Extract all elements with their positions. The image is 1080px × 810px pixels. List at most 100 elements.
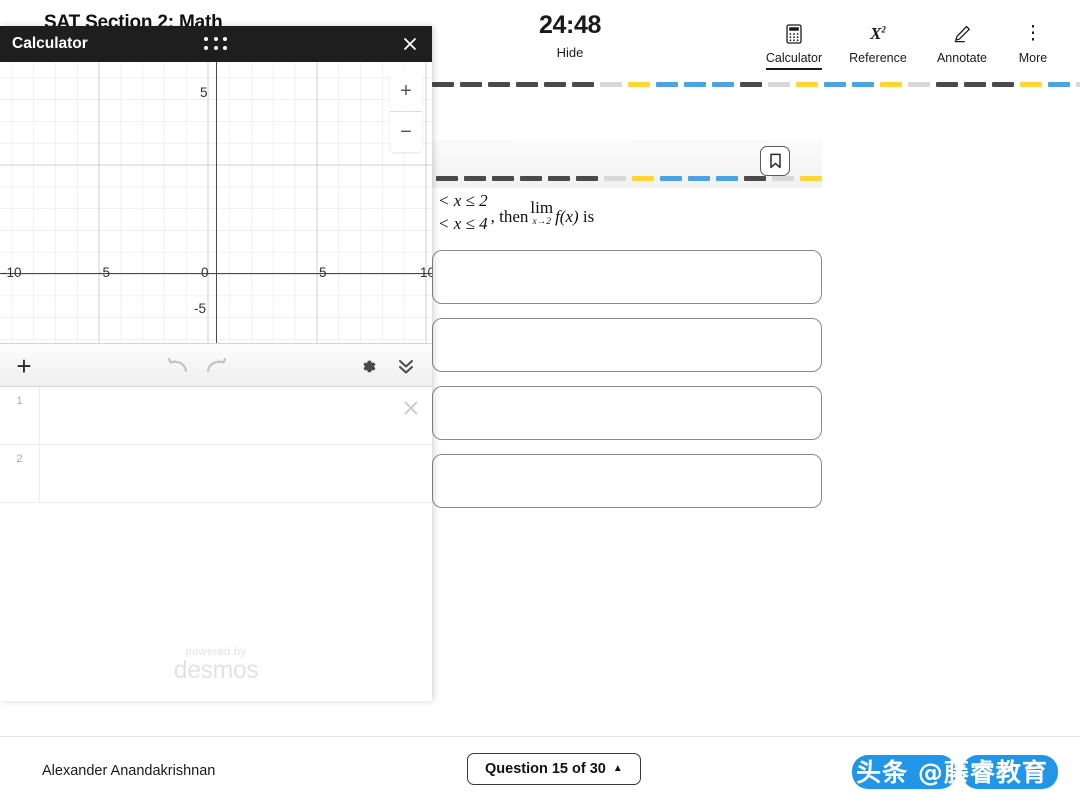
caret-up-icon: ▲ (613, 764, 623, 774)
close-icon[interactable] (400, 34, 420, 54)
dash-segment (740, 82, 762, 87)
y-tick-5: 5 (200, 85, 208, 100)
answer-choice-b[interactable] (432, 318, 822, 372)
tab-calculator[interactable]: Calculator (752, 22, 836, 76)
y-axis (216, 62, 217, 343)
chevron-double-down-icon[interactable] (390, 344, 422, 388)
dash-segment (464, 176, 486, 181)
dash-segment (744, 176, 766, 181)
dash-segment (852, 82, 874, 87)
question-nav-button[interactable]: Question 15 of 30 ▲ (467, 753, 641, 785)
watermark-text: 头条 @藤睿教育 (836, 747, 1068, 795)
calculator-titlebar[interactable]: Calculator (0, 26, 432, 62)
tab-more[interactable]: ⋮ More (1004, 22, 1062, 73)
tab-reference-label: Reference (849, 51, 907, 65)
dash-segment (1076, 82, 1080, 87)
bookmark-button[interactable] (760, 146, 790, 176)
question-condition-line-1: < x ≤ 2 (438, 191, 488, 210)
dash-segment (1020, 82, 1042, 87)
question-nav-label: Question 15 of 30 (485, 761, 606, 777)
dash-segment (908, 82, 930, 87)
calculator-expression-toolbar: + (0, 343, 432, 387)
dash-segment (768, 82, 790, 87)
dash-segment (1048, 82, 1070, 87)
delete-expression-icon[interactable] (400, 397, 422, 419)
tab-annotate[interactable]: Annotate (920, 22, 1004, 73)
redo-icon[interactable] (200, 344, 232, 388)
dash-segment (628, 82, 650, 87)
question-rest-suffix: is (583, 207, 594, 226)
graph-canvas[interactable]: -10 -5 0 5 10 5 -5 + − (0, 62, 432, 343)
dash-segment (992, 82, 1014, 87)
x-tick-0: 0 (201, 265, 209, 280)
dash-segment (656, 82, 678, 87)
limit-operator-label: lim (530, 198, 553, 217)
timer-block: 24:48 Hide (510, 12, 630, 60)
undo-icon[interactable] (162, 344, 194, 388)
dash-segment (460, 82, 482, 87)
answer-choice-d[interactable] (432, 454, 822, 508)
x-tick-10: 10 (420, 265, 432, 280)
gear-icon[interactable] (352, 344, 384, 388)
expression-row[interactable]: 1 (0, 387, 432, 445)
expression-row[interactable]: 2 (0, 445, 432, 503)
expression-index: 1 (0, 387, 40, 444)
limit-subscript: x→2 (530, 218, 553, 228)
dash-segment (520, 176, 542, 181)
dash-segment (576, 176, 598, 181)
dash-segment (492, 176, 514, 181)
dash-segment (880, 82, 902, 87)
dash-segment (712, 82, 734, 87)
tab-calculator-label: Calculator (766, 51, 822, 70)
question-rest-prefix: , then (491, 207, 529, 226)
zoom-out-button[interactable]: − (390, 112, 422, 152)
dash-segment (432, 82, 454, 87)
tab-reference[interactable]: X2 Reference (836, 22, 920, 73)
student-name: Alexander Anandakrishnan (42, 763, 215, 779)
x-tick--5: -5 (98, 265, 110, 280)
add-expression-button[interactable]: + (8, 344, 40, 388)
question-limit-phrase: , thenlimx→2f(x) is (488, 198, 595, 228)
dash-segment (548, 176, 570, 181)
desmos-logo-text: desmos (0, 657, 432, 683)
dash-segment (544, 82, 566, 87)
x-tick--10: -10 (2, 265, 22, 280)
dash-segment (436, 176, 458, 181)
desmos-powered-by: powered by (0, 647, 432, 658)
question-text: < x ≤ 2 < x ≤ 4 , thenlimx→2f(x) is (438, 190, 768, 236)
dash-segment (600, 82, 622, 87)
dash-segment (772, 176, 794, 181)
kebab-menu-icon: ⋮ (1004, 22, 1062, 46)
question-condition-line-2: < x ≤ 4 (438, 214, 488, 233)
dash-segment (684, 82, 706, 87)
dashed-divider-question (436, 176, 822, 181)
tab-more-label: More (1019, 51, 1047, 65)
watermark: 头条 @藤睿教育 (836, 747, 1068, 795)
dashed-divider-top (432, 82, 1080, 87)
dash-segment (660, 176, 682, 181)
dash-segment (716, 176, 738, 181)
zoom-controls: + − (390, 72, 422, 152)
answer-choice-a[interactable] (432, 250, 822, 304)
y-tick--5: -5 (194, 301, 206, 316)
limit-function: f(x) (555, 207, 579, 226)
screen: SAT Section 2: Math 24:48 Hide (0, 0, 1080, 810)
dash-segment (824, 82, 846, 87)
dash-segment (632, 176, 654, 181)
timer-hide-button[interactable]: Hide (510, 46, 630, 60)
x-tick-5: 5 (319, 265, 327, 280)
calculator-expression-list: 1 2 powered by desmos (0, 387, 432, 701)
drag-handle-icon[interactable] (204, 37, 230, 52)
tool-buttons: Calculator X2 Reference Annota (752, 22, 1062, 76)
dash-segment (964, 82, 986, 87)
answer-choices (432, 250, 822, 522)
dash-segment (688, 176, 710, 181)
dash-segment (800, 176, 822, 181)
zoom-in-button[interactable]: + (390, 72, 422, 112)
calculator-window: Calculator -10 -5 0 5 10 5 -5 + − (0, 26, 432, 701)
x-squared-icon: X2 (836, 22, 920, 46)
exam-toolbar: 24:48 Hide (432, 0, 1080, 78)
dash-segment (936, 82, 958, 87)
answer-choice-c[interactable] (432, 386, 822, 440)
dash-segment (572, 82, 594, 87)
